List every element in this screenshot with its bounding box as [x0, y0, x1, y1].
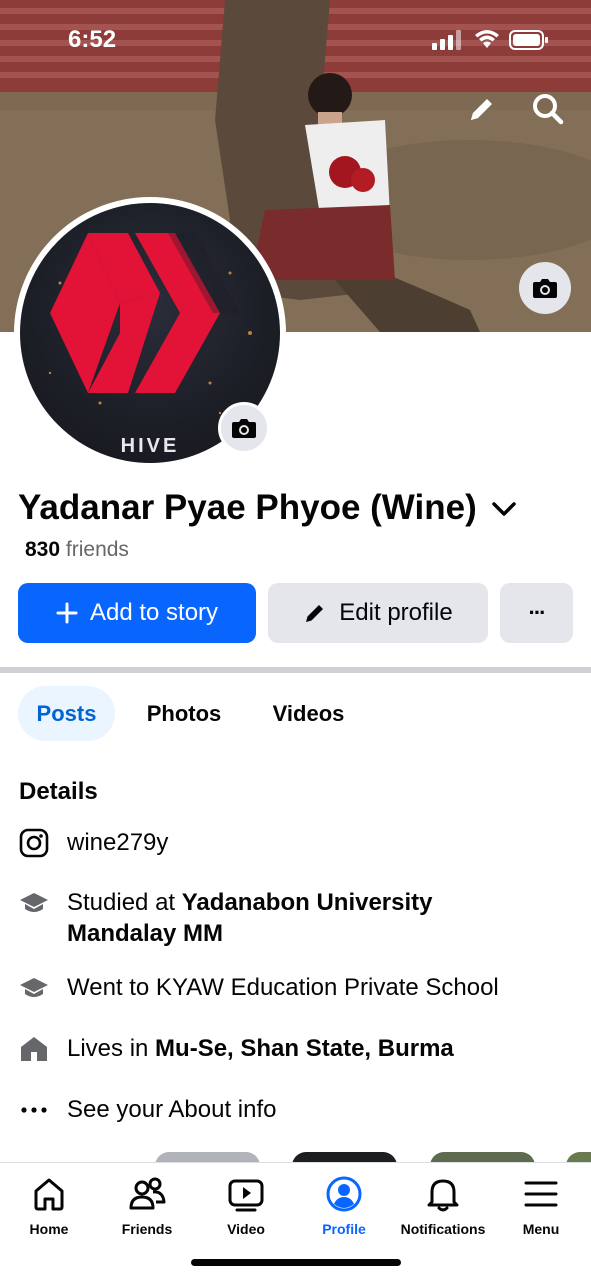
tab-posts[interactable]: Posts [18, 686, 115, 741]
signal-icon [432, 30, 461, 50]
profile-icon [326, 1176, 362, 1212]
tab-photos[interactable]: Photos [132, 686, 236, 741]
friends-count-number: 830 [25, 538, 61, 561]
add-to-story-label: Add to story [89, 599, 219, 626]
avatar-camera-button[interactable] [218, 402, 270, 454]
lives-prefix: Lives in [67, 1035, 156, 1062]
edit-profile-button[interactable]: Edit profile [268, 583, 488, 643]
details-heading: Details [19, 778, 98, 805]
profile-name[interactable]: Yadanar Pyae Phyoe (Wine) [18, 488, 517, 528]
nav-video[interactable]: Video [197, 1175, 295, 1237]
nav-friends-label: Friends [121, 1221, 173, 1237]
lives-in-text: Lives in Mu-Se, Shan State, Burma [67, 1033, 567, 1064]
instagram-handle: wine279y [67, 829, 169, 856]
graduation-cap-icon [18, 887, 50, 919]
chevron-down-icon[interactable] [491, 500, 517, 518]
university-name-line2[interactable]: Mandalay MM [67, 920, 223, 947]
more-options-button[interactable]: ··· [500, 583, 573, 643]
home-icon [34, 1178, 64, 1211]
detail-education-university: Studied at Yadanabon University Mandalay … [18, 887, 433, 947]
search-icon[interactable] [528, 89, 568, 129]
nav-home[interactable]: Home [0, 1175, 98, 1237]
home-indicator[interactable] [191, 1259, 401, 1266]
friends-icon [129, 1177, 166, 1210]
profile-name-text: Yadanar Pyae Phyoe (Wine) [18, 488, 477, 527]
more-dots-icon [18, 1094, 50, 1126]
add-to-story-button[interactable]: Add to story [18, 583, 256, 643]
detail-instagram[interactable]: wine279y [18, 827, 168, 859]
nav-menu[interactable]: Menu [492, 1175, 590, 1237]
section-divider [0, 667, 591, 673]
status-bar: 6:52 [0, 24, 591, 58]
nav-friends[interactable]: Friends [98, 1175, 196, 1237]
nav-menu-label: Menu [522, 1221, 560, 1237]
nav-video-label: Video [227, 1221, 265, 1237]
lives-place[interactable]: Mu-Se, Shan State, Burma [155, 1035, 454, 1062]
school-text: Went to KYAW Education Private School [67, 974, 499, 1001]
instagram-icon [18, 827, 50, 859]
cover-camera-button[interactable] [519, 262, 571, 314]
about-info-link: See your About info [67, 1096, 277, 1123]
tab-videos[interactable]: Videos [256, 686, 361, 741]
house-icon [18, 1033, 50, 1065]
menu-icon [524, 1181, 558, 1207]
camera-icon [232, 419, 256, 438]
camera-icon [533, 279, 557, 298]
bell-icon [427, 1179, 459, 1212]
status-time: 6:52 [68, 26, 117, 53]
detail-education-school: Went to KYAW Education Private School [18, 972, 499, 1004]
pencil-icon[interactable] [462, 89, 502, 129]
studied-prefix: Studied at [67, 889, 182, 916]
battery-icon [509, 30, 548, 50]
video-icon [228, 1179, 264, 1212]
friends-count[interactable]: 830 friends [25, 538, 129, 562]
more-options-label: ··· [528, 600, 547, 625]
detail-lives-in: Lives in Mu-Se, Shan State, Burma [18, 1033, 454, 1065]
plus-icon [56, 602, 78, 624]
detail-about-info[interactable]: See your About info [18, 1094, 276, 1126]
nav-home-label: Home [29, 1221, 69, 1237]
nav-notifications[interactable]: Notifications [394, 1175, 492, 1237]
friends-count-label: friends [65, 538, 129, 561]
education-university-text: Studied at Yadanabon University Mandalay … [67, 887, 567, 949]
nav-profile-label: Profile [322, 1221, 366, 1237]
university-name-line1[interactable]: Yadanabon University [182, 889, 433, 916]
nav-notifications-label: Notifications [400, 1221, 486, 1237]
pencil-icon [303, 601, 327, 625]
wifi-icon [475, 30, 499, 48]
nav-profile[interactable]: Profile [295, 1175, 393, 1237]
edit-profile-label: Edit profile [339, 599, 453, 626]
graduation-cap-icon [18, 972, 50, 1004]
